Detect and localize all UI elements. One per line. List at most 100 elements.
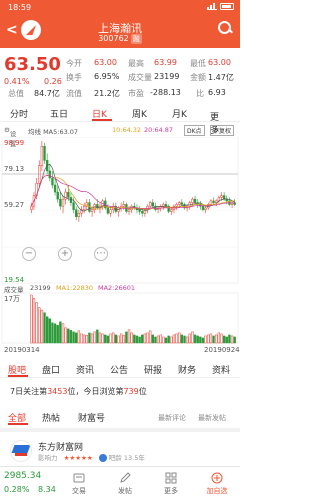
status-icons	[207, 3, 234, 10]
tab-finance[interactable]: 财务	[178, 363, 196, 376]
zoom-in-icon[interactable]: +	[58, 247, 72, 261]
ma20-label: 20:64.87	[144, 126, 174, 134]
candle	[212, 200, 215, 203]
tab-reports[interactable]: 研报	[144, 363, 162, 376]
volume-bar	[30, 294, 33, 344]
volume-bar	[222, 335, 226, 344]
candle	[122, 204, 125, 207]
ma10-label: 10:64.32	[112, 126, 142, 134]
candle	[43, 146, 46, 161]
volume-bar	[199, 336, 202, 344]
candle	[82, 205, 86, 210]
bottom-bar: 2985.34 0.28% 8.34 交易 发帖 更多 加自选	[0, 466, 240, 500]
candle	[90, 209, 94, 212]
tab-intraday[interactable]: 分时	[10, 107, 28, 120]
volume-bar	[59, 321, 62, 344]
adjust-button[interactable]: 不复权	[210, 125, 235, 136]
volume-bar	[164, 337, 168, 344]
candle	[215, 200, 218, 203]
volume-bar	[96, 329, 99, 344]
trade-button[interactable]: 交易	[64, 472, 94, 496]
volume-bar	[196, 335, 199, 344]
volume-bar	[141, 334, 144, 344]
tab-weekly-k[interactable]: 周K	[132, 107, 147, 120]
volume-bar	[45, 316, 49, 344]
follow-stats: 7日关注第3453位，今日浏览第739位	[10, 387, 147, 396]
more-button[interactable]: 更多	[156, 472, 186, 496]
tab-news[interactable]: 资讯	[76, 363, 94, 376]
signal-icon	[207, 3, 217, 10]
settings-link[interactable]: ⚙ 设置	[4, 126, 16, 148]
grid-icon	[165, 472, 177, 484]
volume-bar	[207, 334, 210, 344]
candle	[48, 170, 51, 179]
search-icon[interactable]	[218, 21, 232, 35]
verified-icon	[98, 454, 107, 462]
battery-icon	[220, 3, 234, 10]
author-avatar[interactable]	[10, 440, 32, 462]
zoom-out-icon[interactable]: −	[22, 247, 36, 261]
edit-icon	[120, 472, 131, 483]
add-watchlist-button[interactable]: 加自选	[202, 472, 232, 496]
volume-bar	[151, 334, 154, 344]
trade-icon	[73, 473, 85, 483]
candlestick-chart[interactable]: 98.99 79.13 59.27 19.54	[0, 137, 240, 285]
date-start: 20190314	[4, 346, 40, 353]
candle	[148, 202, 152, 207]
back-icon[interactable]: <	[6, 22, 18, 38]
tab-latest-comments[interactable]: 最新评论	[158, 413, 186, 423]
candle	[88, 202, 91, 212]
volume-value: 23199	[154, 72, 180, 81]
volume-bar	[185, 336, 189, 344]
candle	[38, 165, 41, 184]
percent-change: 0.41%	[4, 77, 30, 86]
more-options-icon[interactable]: ⋯	[94, 247, 108, 261]
info-tabs: 股吧 盘口 资讯 公告 研报 财务 资料	[0, 360, 240, 378]
status-bar: 18:59	[0, 0, 240, 16]
tab-latest-posts[interactable]: 最新发帖	[198, 413, 226, 423]
total-label: 总值	[8, 89, 24, 98]
volume-bar	[114, 334, 118, 344]
volume-bar	[225, 336, 228, 344]
volume-bar	[170, 336, 173, 344]
volume-bar	[228, 334, 231, 344]
candle	[67, 191, 70, 198]
tab-monthly-k[interactable]: 月K	[172, 107, 187, 120]
volume-bar	[93, 331, 96, 344]
volume-bar	[159, 334, 162, 344]
open-value: 63.00	[94, 58, 117, 67]
post-item[interactable]: 东方财富网 影响力 ★★★★★ 吧龄 13.5年	[0, 428, 240, 464]
volume-chart[interactable]: 17万 20190314 20190924	[0, 283, 240, 353]
candle	[40, 146, 44, 166]
candle	[175, 204, 178, 207]
pe-value: -288.13	[150, 88, 181, 97]
tab-5day[interactable]: 五日	[50, 107, 68, 120]
volume-bar	[154, 336, 157, 344]
tab-hot[interactable]: 热帖	[42, 411, 60, 424]
tab-profile[interactable]: 资料	[212, 363, 230, 376]
candle	[59, 198, 62, 207]
period-tabs: 分时 五日 日K 周K 月K 更多	[0, 104, 240, 136]
volume-bar	[53, 323, 57, 344]
candle	[193, 198, 197, 203]
post-button[interactable]: 发帖	[110, 472, 140, 496]
volume-bar	[191, 331, 194, 344]
y-label-mid: 59.27	[4, 201, 24, 209]
current-price: 63.50	[4, 54, 61, 75]
stock-code: 300762 融	[98, 34, 142, 44]
volume-bar	[85, 335, 88, 344]
app-logo-icon	[21, 20, 41, 40]
candle	[127, 209, 131, 212]
index-value[interactable]: 2985.34	[4, 471, 41, 481]
candle	[85, 202, 88, 207]
volume-bar	[143, 333, 147, 344]
tab-announcements[interactable]: 公告	[110, 363, 128, 376]
turnover-label: 换手	[66, 73, 82, 82]
volume-bar	[101, 333, 104, 344]
dk-button[interactable]: DK点	[184, 125, 205, 136]
view-rank: 739	[123, 387, 139, 396]
tab-orderbook[interactable]: 盘口	[42, 363, 60, 376]
volume-bar	[67, 328, 70, 344]
volume-bar	[90, 333, 94, 344]
tab-wealth[interactable]: 财富号	[78, 411, 105, 424]
